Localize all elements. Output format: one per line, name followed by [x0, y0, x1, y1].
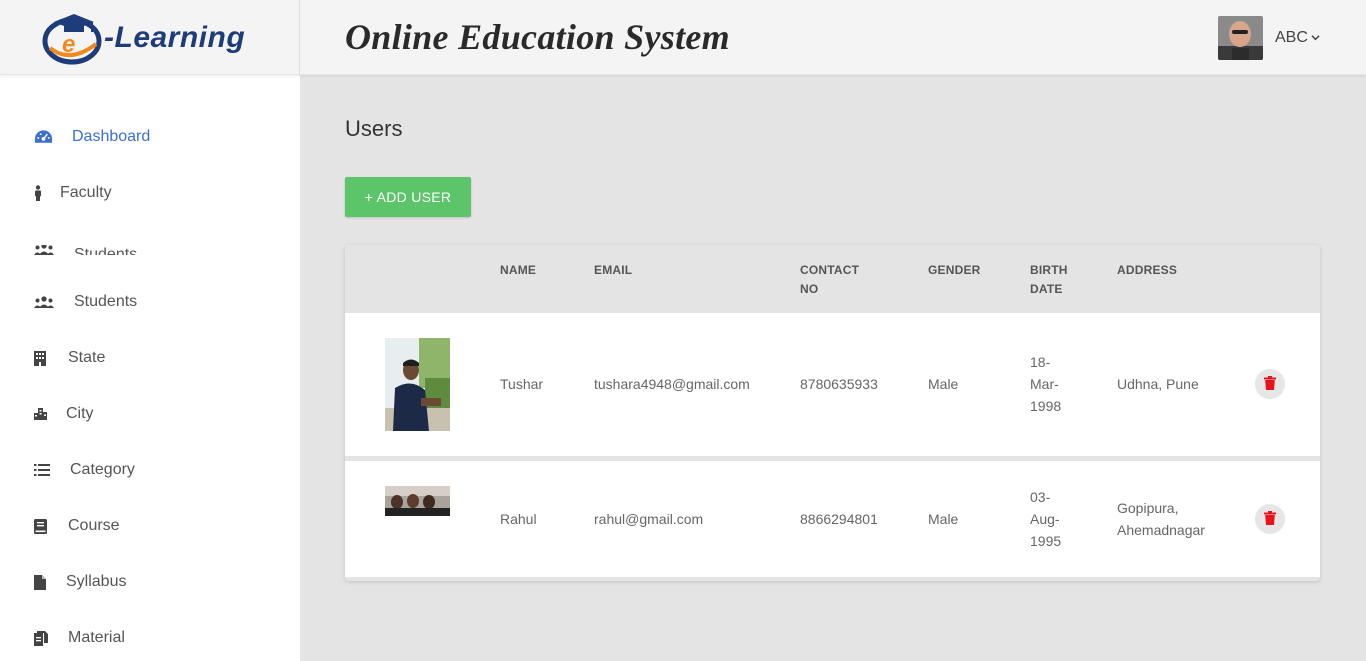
- users-table: NAME EMAIL CONTACT NO GENDER BIRTH DATE …: [345, 245, 1320, 581]
- delete-user-button[interactable]: [1255, 369, 1285, 399]
- avatar: [1218, 16, 1263, 60]
- chevron-down-icon: [1311, 29, 1320, 47]
- sidebar-item-label: Course: [68, 517, 120, 534]
- city-icon: [34, 408, 54, 420]
- column-header-birth-date[interactable]: BIRTH DATE: [1030, 261, 1080, 299]
- column-header-name[interactable]: NAME: [500, 261, 536, 280]
- user-name-cell: Rahul: [500, 511, 537, 527]
- logo-mark-icon: e: [40, 10, 102, 66]
- user-birth-date-cell: 18-Mar-1998: [1030, 354, 1062, 414]
- user-name-cell: Tushar: [500, 376, 544, 392]
- sidebar-item-students[interactable]: Students: [0, 282, 300, 322]
- sidebar-item-label: Syllabus: [66, 573, 127, 590]
- person-icon: [34, 185, 54, 201]
- sidebar-item-city[interactable]: City: [0, 394, 300, 434]
- user-birth-date-cell: 03-Aug-1995: [1030, 489, 1062, 549]
- column-header-email[interactable]: EMAIL: [594, 261, 632, 280]
- logo-letter: e: [62, 31, 75, 58]
- sidebar-item-label: Dashboard: [72, 128, 151, 145]
- table-row: Rahul rahul@gmail.com 8866294801 Male 03…: [345, 461, 1320, 577]
- user-contact-cell: 8866294801: [800, 511, 878, 527]
- logo-text: -Learning: [104, 20, 246, 54]
- sidebar-item-dashboard[interactable]: Dashboard: [0, 117, 300, 157]
- file-icon: [34, 574, 54, 590]
- book-icon: [34, 518, 54, 534]
- user-address-cell: Gopipura, Ahemadnagar: [1117, 500, 1205, 538]
- sidebar-item-course[interactable]: Course: [0, 506, 300, 546]
- sidebar: Dashboard Faculty Students Students Stat…: [0, 75, 300, 661]
- sidebar-item-label: Students: [74, 293, 138, 310]
- user-name: ABC: [1275, 29, 1308, 46]
- app-title: Online Education System: [345, 17, 730, 57]
- building-icon: [34, 350, 54, 366]
- top-header: e -Learning Online Education System ABC: [0, 0, 1366, 75]
- column-header-gender[interactable]: GENDER: [928, 261, 981, 280]
- sidebar-item-label: Category: [70, 461, 135, 478]
- user-menu[interactable]: ABC: [1218, 16, 1320, 60]
- table-row: Tushar tushara4948@gmail.com 8780635933 …: [345, 313, 1320, 456]
- sidebar-item-label: City: [66, 405, 94, 422]
- dashboard-icon: [34, 129, 54, 145]
- sidebar-item-label: Faculty: [60, 184, 112, 201]
- sidebar-item-syllabus[interactable]: Syllabus: [0, 562, 300, 602]
- sidebar-item-state[interactable]: State: [0, 338, 300, 378]
- users-icon: [34, 245, 54, 255]
- page-title: Users: [345, 116, 403, 141]
- user-contact-cell: 8780635933: [800, 376, 878, 392]
- user-address-cell: Udhna, Pune: [1117, 376, 1199, 392]
- sidebar-item-label: Students: [74, 246, 138, 255]
- sidebar-item-material[interactable]: Material: [0, 618, 300, 658]
- user-email-cell: tushara4948@gmail.com: [594, 376, 750, 392]
- user-gender-cell: Male: [928, 511, 959, 527]
- column-header-contact[interactable]: CONTACT NO: [800, 261, 870, 299]
- user-gender-cell: Male: [928, 376, 959, 392]
- user-photo: [385, 338, 450, 431]
- add-user-button[interactable]: + ADD USER: [345, 177, 471, 217]
- sidebar-item-faculty[interactable]: Faculty: [0, 173, 300, 213]
- sidebar-item-students-clipped[interactable]: Students: [0, 245, 300, 255]
- column-header-address[interactable]: ADDRESS: [1117, 261, 1177, 280]
- logo[interactable]: e -Learning: [0, 0, 300, 75]
- table-header: NAME EMAIL CONTACT NO GENDER BIRTH DATE …: [345, 245, 1320, 313]
- delete-user-button[interactable]: [1255, 504, 1285, 534]
- sidebar-item-label: Material: [68, 629, 125, 646]
- files-icon: [34, 630, 54, 646]
- list-icon: [34, 464, 54, 476]
- user-photo: [385, 486, 450, 516]
- users-icon: [34, 296, 54, 308]
- sidebar-item-category[interactable]: Category: [0, 450, 300, 490]
- trash-icon: [1264, 375, 1276, 393]
- user-email-cell: rahul@gmail.com: [594, 511, 704, 527]
- trash-icon: [1264, 510, 1276, 528]
- sidebar-item-label: State: [68, 349, 106, 366]
